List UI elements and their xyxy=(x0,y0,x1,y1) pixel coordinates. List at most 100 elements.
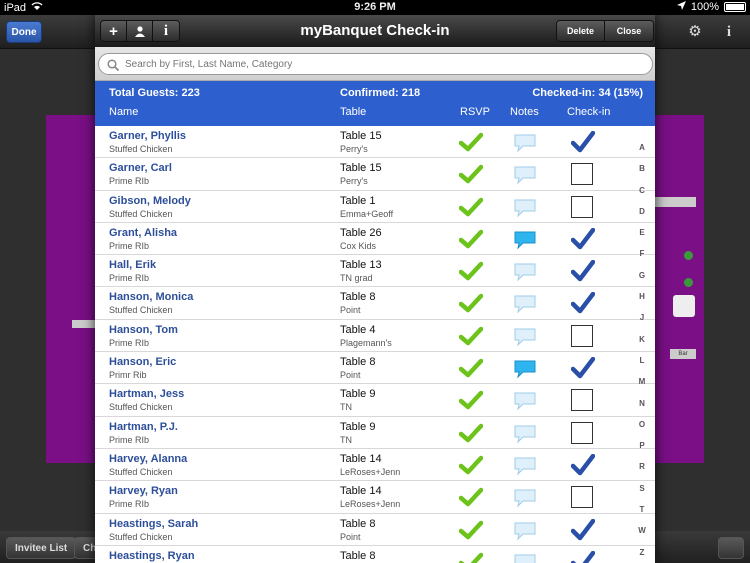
note-bubble-icon[interactable] xyxy=(513,488,537,508)
guest-row[interactable]: Hanson, Tom Prime RIb Table 4 Plagemann's xyxy=(95,319,655,353)
index-letter[interactable]: B xyxy=(639,158,645,179)
index-letter[interactable]: Z xyxy=(640,542,645,563)
column-notes[interactable]: Notes xyxy=(510,106,539,118)
search-input[interactable] xyxy=(125,58,652,70)
note-bubble-icon[interactable] xyxy=(513,424,537,444)
guest-row[interactable]: Harvey, Alanna Stuffed Chicken Table 14 LeR… xyxy=(95,448,655,482)
checkin-checked-icon[interactable] xyxy=(570,518,596,541)
rsvp-check-icon[interactable] xyxy=(458,390,484,410)
guest-name[interactable]: Grant, Alisha xyxy=(109,227,177,239)
checkin-checkbox[interactable] xyxy=(571,389,593,412)
note-bubble-active-icon[interactable] xyxy=(513,230,537,250)
checkin-checked-icon[interactable] xyxy=(570,130,596,153)
checkin-checked-icon[interactable] xyxy=(570,453,596,476)
checkin-checked-icon[interactable] xyxy=(570,259,596,282)
guest-row[interactable]: Garner, Carl Prime RIb Table 15 Perry's xyxy=(95,158,655,191)
rsvp-check-icon[interactable] xyxy=(458,132,484,152)
index-letter[interactable]: G xyxy=(639,265,645,286)
index-letter[interactable]: C xyxy=(639,180,645,201)
guest-name[interactable]: Heastings, Sarah xyxy=(109,518,198,530)
delete-button[interactable]: Delete xyxy=(557,21,605,41)
index-letter[interactable]: A xyxy=(639,137,645,158)
index-letter[interactable]: T xyxy=(640,499,645,520)
guest-row[interactable]: Hall, Erik Prime RIb Table 13 TN grad xyxy=(95,255,655,288)
note-bubble-icon[interactable] xyxy=(513,294,537,315)
index-letter[interactable]: O xyxy=(639,414,645,435)
guest-row[interactable]: Garner, Phyllis Stuffed Chicken Table 15 Pe… xyxy=(95,126,655,159)
note-bubble-icon[interactable] xyxy=(513,198,537,218)
invitee-list-button[interactable]: Invitee List xyxy=(6,537,77,559)
index-letter[interactable]: N xyxy=(639,393,645,414)
column-rsvp[interactable]: RSVP xyxy=(460,106,490,118)
index-letter[interactable]: D xyxy=(639,201,645,222)
index-letter[interactable]: S xyxy=(639,478,644,499)
note-bubble-icon[interactable] xyxy=(513,456,537,476)
guest-name[interactable]: Hartman, P.J. xyxy=(109,421,178,433)
checkin-checked-icon[interactable] xyxy=(570,227,596,250)
guest-name[interactable]: Garner, Phyllis xyxy=(109,130,186,142)
checkin-checkbox[interactable] xyxy=(571,324,593,347)
guest-name[interactable]: Hanson, Eric xyxy=(109,356,176,368)
index-letter[interactable]: F xyxy=(640,243,645,264)
index-letter[interactable]: H xyxy=(639,286,645,307)
guest-name[interactable]: Hanson, Monica xyxy=(109,291,193,303)
checkin-checked-icon[interactable] xyxy=(570,550,596,563)
trash-icon[interactable] xyxy=(718,537,744,559)
rsvp-check-icon[interactable] xyxy=(458,552,484,563)
guest-row[interactable]: Harvey, Ryan Prime RIb Table 14 LeRoses+Jen… xyxy=(95,481,655,514)
index-letter[interactable]: P xyxy=(639,435,644,456)
rsvp-check-icon[interactable] xyxy=(458,164,484,184)
column-name[interactable]: Name xyxy=(109,106,138,118)
guest-row[interactable]: Hanson, Eric Primr Rib Table 8 Point xyxy=(95,352,655,385)
rsvp-check-icon[interactable] xyxy=(458,197,484,217)
note-bubble-icon[interactable] xyxy=(513,165,537,185)
index-letter[interactable]: L xyxy=(640,350,645,371)
info-icon[interactable]: i xyxy=(720,23,738,41)
guest-row[interactable]: Hartman, Jess Stuffed Chicken Table 9 TN xyxy=(95,384,655,417)
column-checkin[interactable]: Check-in xyxy=(567,106,610,118)
guest-row[interactable]: Hanson, Monica Stuffed Chicken Table 8 Poin… xyxy=(95,287,655,320)
guest-name[interactable]: Harvey, Ryan xyxy=(109,485,178,497)
guest-row[interactable]: Heastings, Ryan Table 8 xyxy=(95,545,655,563)
guest-row[interactable]: Grant, Alisha Prime RIb Table 26 Cox Kids xyxy=(95,222,655,256)
guest-name[interactable]: Heastings, Ryan xyxy=(109,550,195,562)
checkin-checkbox[interactable] xyxy=(571,163,593,186)
index-letter[interactable]: K xyxy=(639,329,645,350)
done-button[interactable]: Done xyxy=(6,21,42,43)
index-letter[interactable]: E xyxy=(639,222,644,243)
index-letter[interactable]: R xyxy=(639,456,645,477)
note-bubble-icon[interactable] xyxy=(513,133,537,153)
rsvp-check-icon[interactable] xyxy=(458,229,484,249)
rsvp-check-icon[interactable] xyxy=(458,261,484,281)
guest-row[interactable]: Gibson, Melody Stuffed Chicken Table 1 Emma… xyxy=(95,190,655,223)
note-bubble-icon[interactable] xyxy=(513,391,537,411)
close-button[interactable]: Close xyxy=(605,21,653,41)
note-bubble-icon[interactable] xyxy=(513,521,537,541)
note-bubble-icon[interactable] xyxy=(513,262,537,282)
search-field[interactable] xyxy=(98,53,653,75)
guest-name[interactable]: Hartman, Jess xyxy=(109,388,184,400)
guest-name[interactable]: Harvey, Alanna xyxy=(109,453,187,465)
guest-name[interactable]: Gibson, Melody xyxy=(109,195,191,207)
rsvp-check-icon[interactable] xyxy=(458,423,484,443)
rsvp-check-icon[interactable] xyxy=(458,293,484,313)
checkin-checked-icon[interactable] xyxy=(570,356,596,379)
checkin-checkbox[interactable] xyxy=(571,195,593,218)
note-bubble-active-icon[interactable] xyxy=(513,359,537,379)
rsvp-check-icon[interactable] xyxy=(458,520,484,540)
rsvp-check-icon[interactable] xyxy=(458,358,484,378)
index-letter[interactable]: M xyxy=(639,371,646,392)
note-bubble-icon[interactable] xyxy=(513,553,537,563)
note-bubble-icon[interactable] xyxy=(513,327,537,347)
column-table[interactable]: Table xyxy=(340,106,366,118)
index-letter[interactable]: W xyxy=(638,520,646,541)
guest-row[interactable]: Heastings, Sarah Stuffed Chicken Table 8 Po… xyxy=(95,513,655,546)
alphabet-index[interactable]: ABCDEFGHJKLMNOPRSTWZ xyxy=(635,137,649,563)
rsvp-check-icon[interactable] xyxy=(458,326,484,346)
gear-icon[interactable]: ⚙ xyxy=(686,23,704,41)
checkin-checkbox[interactable] xyxy=(571,486,593,509)
guest-name[interactable]: Hall, Erik xyxy=(109,259,156,271)
index-letter[interactable]: J xyxy=(640,307,644,328)
rsvp-check-icon[interactable] xyxy=(458,455,484,475)
guest-row[interactable]: Hartman, P.J. Prime RIb Table 9 TN xyxy=(95,416,655,449)
